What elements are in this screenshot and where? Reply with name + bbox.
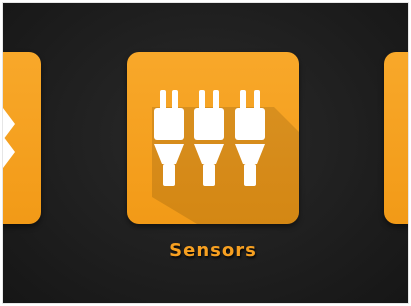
- sensors-icon: [127, 52, 299, 224]
- carousel-tile-sensors[interactable]: [127, 52, 299, 224]
- partial-circle-icon: [384, 52, 408, 224]
- partial-arrow-icon: [3, 52, 41, 224]
- carousel-tile-next[interactable]: [384, 52, 408, 224]
- carousel-tile-previous[interactable]: [3, 52, 41, 224]
- app-screen: Sensors: [2, 2, 409, 304]
- selected-item-label: Sensors: [169, 240, 257, 261]
